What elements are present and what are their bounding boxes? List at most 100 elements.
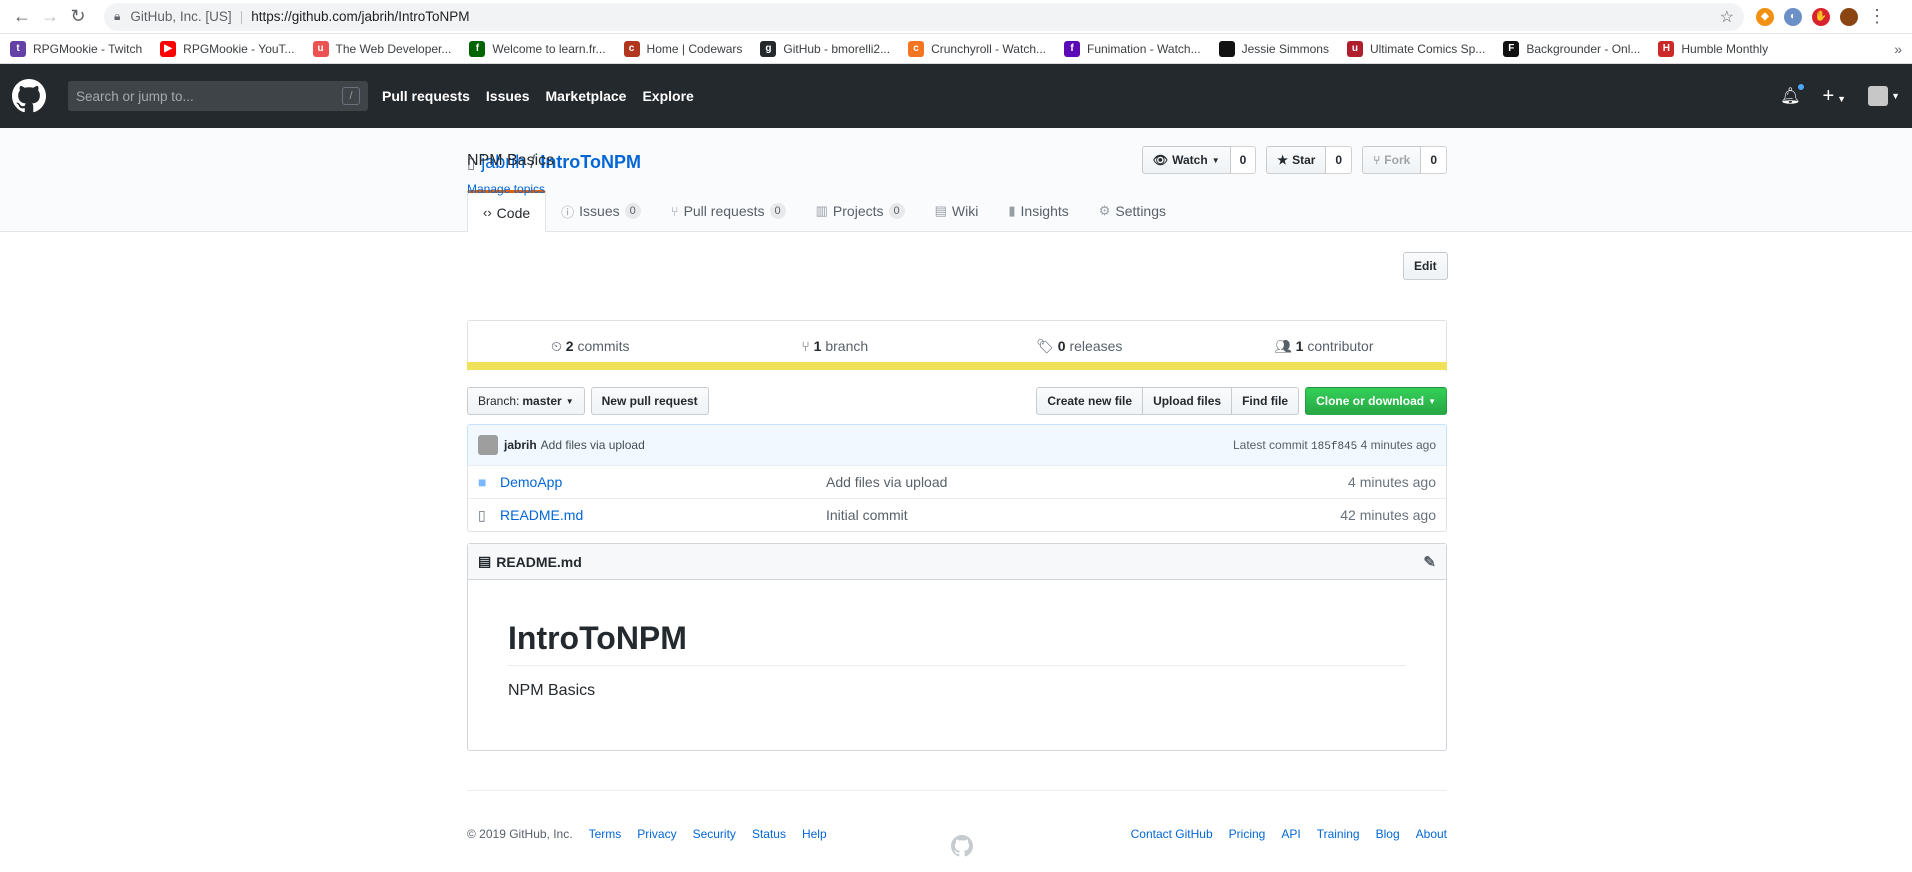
bookmark-item[interactable]: f Funimation - Watch... [1064,40,1201,57]
back-icon[interactable]: ← [8,3,36,31]
bookmark-item[interactable]: u Ultimate Comics Sp... [1346,40,1485,57]
tab-counter: 0 [624,203,641,219]
bookmark-label: The Web Developer... [335,41,452,56]
find-file-button[interactable]: Find file [1231,387,1300,415]
bookmark-item[interactable]: u The Web Developer... [312,40,452,57]
search-placeholder: Search or jump to... [76,88,194,104]
file-row: ▯ README.md Initial commit 42 minutes ago [468,498,1446,531]
browser-menu-icon[interactable]: ⋮ [1868,6,1886,27]
file-actions: Create new file Upload files Find file [1036,387,1300,415]
edit-description-button[interactable]: Edit [1403,252,1448,280]
latest-commit-info: Latest commit 185f845 4 minutes ago [1233,438,1436,453]
tab-insights[interactable]: ▮ Insights [993,190,1083,232]
book-icon: ▤ [934,203,947,218]
site-identity: GitHub, Inc. [US] [130,9,232,24]
create-new-dropdown[interactable]: + ▼ [1822,85,1846,108]
branch-select-button[interactable]: Branch: master ▼ [467,387,585,415]
footer-link-terms[interactable]: Terms [589,827,622,841]
profile-avatar-icon[interactable] [1840,7,1858,26]
bookmark-item[interactable]: Jessie Simmons [1218,40,1329,57]
bookmark-item[interactable]: c Crunchyroll - Watch... [908,40,1046,57]
file-commit-message-link[interactable]: Initial commit [826,507,1340,523]
favicon-icon: c [623,40,640,57]
upload-files-button[interactable]: Upload files [1142,387,1233,415]
releases-link[interactable]: 🏷︎ 0 releases [957,338,1202,355]
bookmark-item[interactable]: F Backgrounder - Onl... [1503,40,1640,57]
tab-issues[interactable]: ⓘ Issues 0 [546,190,656,232]
avatar[interactable] [478,435,498,455]
footer-link-api[interactable]: API [1281,827,1300,841]
file-commit-message-link[interactable]: Add files via upload [826,474,1348,490]
bookmark-item[interactable]: ▶ RPGMookie - YouT... [160,40,295,57]
branches-link[interactable]: ⑂ 1 branch [713,338,958,354]
commit-message-link[interactable]: Add files via upload [541,438,645,452]
commit-sha-link[interactable]: 185f845 [1311,441,1357,453]
tab-label: Wiki [951,203,979,219]
bookmarks-overflow-icon[interactable]: » [1894,41,1902,57]
file-name-link[interactable]: README.md [500,507,826,523]
github-mark-icon[interactable] [951,835,973,860]
file-age: 42 minutes ago [1340,507,1436,523]
footer-link-about[interactable]: About [1416,827,1447,841]
commits-count: 2 [565,337,574,354]
tab-wiki[interactable]: ▤ Wiki [920,190,994,232]
github-logo-icon[interactable] [12,79,46,113]
nav-pull-requests[interactable]: Pull requests [382,88,470,104]
tab-projects[interactable]: ▥ Projects 0 [801,190,920,232]
footer-link-status[interactable]: Status [752,827,786,841]
footer-link-training[interactable]: Training [1317,827,1360,841]
footer-left-links: Terms Privacy Security Status Help [589,827,843,841]
address-bar[interactable]: 🔒︎ GitHub, Inc. [US] | https://github.co… [104,2,1744,31]
forward-icon[interactable]: → [36,3,64,31]
tab-settings[interactable]: ⚙ Settings [1084,190,1181,232]
pencil-edit-icon[interactable]: ✎ [1423,553,1436,571]
bookmark-item[interactable]: c Home | Codewars [623,40,742,57]
tab-pull-requests[interactable]: ⑂ Pull requests 0 [656,190,801,232]
commit-author-link[interactable]: jabrih [504,438,537,452]
bookmark-item[interactable]: H Humble Monthly [1658,40,1768,57]
book-icon: ▤ [478,553,492,569]
file-row: ■ DemoApp Add files via upload 4 minutes ag… [468,465,1446,498]
extension-icon[interactable]: ◐ [1784,7,1802,26]
contributors-link[interactable]: 👥︎ 1 contributor [1202,338,1447,355]
footer-link-blog[interactable]: Blog [1376,827,1400,841]
branch-name: master [522,394,562,408]
file-name-link[interactable]: DemoApp [500,474,826,490]
commit-age: 4 minutes ago [1360,437,1436,452]
tab-label: Settings [1115,203,1167,219]
search-input[interactable]: Search or jump to... / [68,81,368,111]
tab-code[interactable]: ‹› Code [467,190,547,233]
favicon-icon: u [312,40,329,57]
nav-marketplace[interactable]: Marketplace [546,88,627,104]
adblock-icon[interactable]: ✋ [1812,7,1830,26]
history-icon: ⏲︎ [550,337,566,354]
caret-down-icon: ▼ [1837,93,1847,104]
footer-link-help[interactable]: Help [802,827,827,841]
notifications-bell-icon[interactable]: 🔔︎ [1780,83,1806,106]
unread-indicator [1797,83,1806,91]
bookmark-item[interactable]: t RPGMookie - Twitch [10,40,142,57]
clone-download-button[interactable]: Clone or download ▼ [1305,387,1447,415]
branch-label: branch [825,338,869,354]
new-pull-request-button[interactable]: New pull request [590,387,709,415]
url-text[interactable]: https://github.com/jabrih/IntroToNPM [251,9,1719,24]
commits-link[interactable]: ⏲︎ 2 commits [468,338,713,355]
nav-issues[interactable]: Issues [486,88,530,104]
footer-link-security[interactable]: Security [693,827,736,841]
contributors-count: 1 [1295,337,1304,354]
footer-link-contact-github[interactable]: Contact GitHub [1131,827,1213,841]
reload-icon[interactable]: ↻ [64,3,92,31]
bookmark-star-icon[interactable]: ☆ [1720,7,1734,27]
footer-link-privacy[interactable]: Privacy [637,827,676,841]
bookmark-item[interactable]: f Welcome to learn.fr... [469,40,606,57]
extension-icon[interactable]: ◆ [1756,7,1774,26]
manage-topics-link[interactable]: Manage topics [467,182,545,196]
footer-link-pricing[interactable]: Pricing [1229,827,1266,841]
file-list: ■ DemoApp Add files via upload 4 minutes ag… [467,465,1447,532]
nav-explore[interactable]: Explore [642,88,693,104]
user-menu-dropdown[interactable]: ▼ [1868,86,1900,106]
language-bar[interactable] [467,362,1447,370]
create-new-file-button[interactable]: Create new file [1036,387,1144,415]
bookmark-item[interactable]: g GitHub - bmorelli2... [760,40,890,57]
repo-description: NPM Basics [467,152,555,169]
